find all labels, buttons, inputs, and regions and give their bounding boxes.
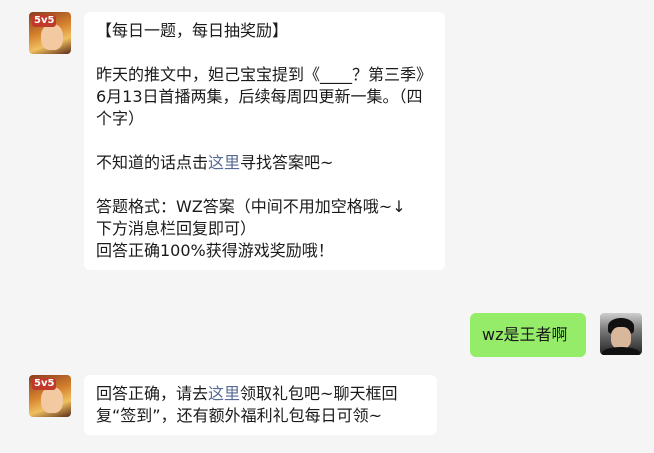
confirm-prefix: 回答正确，请去 <box>96 384 209 403</box>
reply-text: wz是王者啊 <box>482 325 568 344</box>
game-logo-badge: 5v5 <box>32 15 57 27</box>
hint-text: 不知道的话点击这里寻找答案吧~ <box>96 152 433 174</box>
format-line-1: 答题格式：WZ答案（中间不用加空格哦~↓ <box>96 197 406 216</box>
avatar-body <box>602 347 640 355</box>
confirm-text: 回答正确，请去这里领取礼包吧~聊天框回复“签到”，还有额外福利礼包每日可领~ <box>96 383 425 427</box>
user-avatar[interactable] <box>600 313 642 355</box>
bot-avatar[interactable]: 5v5 <box>29 375 71 417</box>
game-logo-badge: 5v5 <box>32 378 57 390</box>
avatar-face <box>611 327 631 349</box>
answer-link[interactable]: 这里 <box>208 153 240 172</box>
bot-avatar[interactable]: 5v5 <box>29 12 71 54</box>
message-bubble-confirm[interactable]: 回答正确，请去这里领取礼包吧~聊天框回复“签到”，还有额外福利礼包每日可领~ <box>84 375 437 435</box>
hint-suffix: 寻找答案吧~ <box>240 153 334 172</box>
format-line-2: 下方消息栏回复即可） <box>96 219 257 238</box>
message-title: 【每日一题，每日抽奖励】 <box>96 21 289 40</box>
question-text: 昨天的推文中，妲己宝宝提到《____？第三季》6月13日首播两集，后续每周四更新… <box>96 65 433 128</box>
gift-link[interactable]: 这里 <box>208 384 240 403</box>
avatar-face <box>41 387 63 413</box>
reward-text: 回答正确100%获得游戏奖励哦！ <box>96 241 334 260</box>
hint-prefix: 不知道的话点击 <box>96 153 209 172</box>
message-bubble-question[interactable]: 【每日一题，每日抽奖励】 昨天的推文中，妲己宝宝提到《____？第三季》6月13… <box>84 12 445 270</box>
avatar-face <box>41 24 63 50</box>
message-bubble-reply[interactable]: wz是王者啊 <box>470 313 586 357</box>
